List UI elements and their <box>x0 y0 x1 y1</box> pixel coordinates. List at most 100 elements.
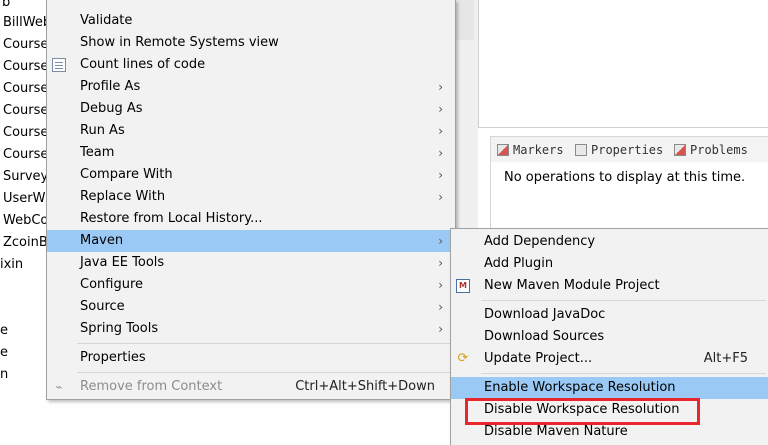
chevron-right-icon: › <box>438 168 443 182</box>
menu-item-disable-maven-nature[interactable]: Disable Maven Nature <box>451 421 768 443</box>
menu-item-label: Configure <box>80 277 144 292</box>
document-icon <box>52 58 66 72</box>
chevron-right-icon: › <box>438 256 443 270</box>
menu-item-label: Debug As <box>80 101 143 116</box>
menu-item-spring-tools[interactable]: Spring Tools › <box>47 318 455 340</box>
project-explorer-tree: b BillWeb Course Course Course Course Co… <box>0 0 46 445</box>
menu-item-shortcut: Ctrl+Alt+Shift+Down <box>295 379 435 394</box>
menu-item-label: Replace With <box>80 189 166 204</box>
tree-item[interactable]: e <box>0 320 8 342</box>
menu-item-disable-workspace-resolution[interactable]: Disable Workspace Resolution <box>451 399 768 421</box>
tree-item[interactable]: Course <box>3 100 46 122</box>
menu-item-maven[interactable]: Maven › <box>47 230 455 252</box>
menu-item-label: Download Sources <box>484 329 605 344</box>
menu-item-label: Run As <box>80 123 125 138</box>
menu-item-restore-local-history[interactable]: Restore from Local History... <box>47 208 455 230</box>
maven-submenu: Add Dependency Add Plugin M New Maven Mo… <box>450 228 768 445</box>
menu-item-enable-workspace-resolution[interactable]: Enable Workspace Resolution <box>451 377 768 399</box>
menu-item-label: Disable Workspace Resolution <box>484 402 680 417</box>
views-tabbar: Markers Properties Problems <box>490 136 768 162</box>
chevron-right-icon: › <box>438 322 443 336</box>
menu-item-label: Java EE Tools <box>80 255 165 270</box>
tree-item[interactable]: UserW <box>3 188 46 210</box>
menu-item-java-ee-tools[interactable]: Java EE Tools › <box>47 252 455 274</box>
tab-problems[interactable]: Problems <box>674 141 748 159</box>
menu-item-label: Enable Workspace Resolution <box>484 380 676 395</box>
maven-module-icon: M <box>456 279 470 293</box>
menu-separator <box>77 343 453 344</box>
menu-item-replace-with[interactable]: Replace With › <box>47 186 455 208</box>
tab-properties[interactable]: Properties <box>575 141 663 159</box>
tab-markers[interactable]: Markers <box>497 141 564 159</box>
menu-item-label: Validate <box>80 13 133 28</box>
chevron-right-icon: › <box>438 146 443 160</box>
menu-item-shortcut: Alt+F5 <box>703 351 748 366</box>
scrollbar[interactable] <box>456 0 474 40</box>
tree-item[interactable]: e <box>0 342 8 364</box>
tree-item[interactable]: Survey <box>3 166 46 188</box>
menu-item-label: Show in Remote Systems view <box>80 35 279 50</box>
markers-icon <box>497 144 509 156</box>
menu-item-label: Restore from Local History... <box>80 211 263 226</box>
tree-item[interactable]: BillWeb <box>3 12 46 34</box>
menu-item-profile-as[interactable]: Profile As › <box>47 76 455 98</box>
menu-item-label: Disable Maven Nature <box>484 424 628 439</box>
context-menu: Validate Show in Remote Systems view Cou… <box>46 0 456 400</box>
menu-item-label: New Maven Module Project <box>484 278 660 293</box>
menu-item-label: Update Project... <box>484 351 593 366</box>
chevron-right-icon: › <box>438 278 443 292</box>
menu-item-label: Team <box>80 145 115 160</box>
menu-separator <box>77 372 453 373</box>
menu-item-download-sources[interactable]: Download Sources <box>451 326 768 348</box>
menu-item-count-lines[interactable]: Count lines of code <box>47 54 455 76</box>
menu-item-label: Source <box>80 299 125 314</box>
menu-item-label: Remove from Context <box>80 379 223 394</box>
tree-item[interactable]: Course <box>3 56 46 78</box>
menu-item-team[interactable]: Team › <box>47 142 455 164</box>
editor-area <box>478 0 768 128</box>
menu-item-validate[interactable]: Validate <box>47 10 455 32</box>
tree-item[interactable]: ZcoinB <box>3 232 46 254</box>
chevron-right-icon: › <box>438 102 443 116</box>
menu-item-configure[interactable]: Configure › <box>47 274 455 296</box>
properties-icon <box>575 144 587 156</box>
menu-item-label: Maven <box>80 233 124 248</box>
tree-item[interactable]: Course <box>3 78 46 100</box>
menu-item-download-javadoc[interactable]: Download JavaDoc <box>451 304 768 326</box>
menu-item-label: Add Dependency <box>484 234 596 249</box>
tree-item[interactable]: n <box>0 364 8 386</box>
menu-item-label: Properties <box>80 350 146 365</box>
chevron-right-icon: › <box>438 124 443 138</box>
chevron-right-icon: › <box>438 80 443 94</box>
menu-item-new-maven-module[interactable]: M New Maven Module Project <box>451 275 768 297</box>
tree-item[interactable]: WebCo <box>3 210 46 232</box>
problems-icon <box>674 144 686 156</box>
menu-item-label: Count lines of code <box>80 57 206 72</box>
menu-item-add-plugin[interactable]: Add Plugin <box>451 253 768 275</box>
menu-separator <box>481 373 766 374</box>
menu-item-run-as[interactable]: Run As › <box>47 120 455 142</box>
tab-properties-label: Properties <box>591 143 664 157</box>
tab-markers-label: Markers <box>513 143 564 157</box>
menu-item-source[interactable]: Source › <box>47 296 455 318</box>
menu-item-add-dependency[interactable]: Add Dependency <box>451 231 768 253</box>
menu-item-properties[interactable]: Properties <box>47 347 455 369</box>
tree-item[interactable]: Course <box>3 34 46 56</box>
menu-item-remove-from-context: ⌁ Remove from Context Ctrl+Alt+Shift+Dow… <box>47 376 455 398</box>
menu-item-compare-with[interactable]: Compare With › <box>47 164 455 186</box>
empty-message: No operations to display at this time. <box>504 170 746 185</box>
chevron-right-icon: › <box>438 300 443 314</box>
menu-item-label: Profile As <box>80 79 141 94</box>
progress-view: No operations to display at this time. <box>490 162 768 232</box>
tree-item[interactable]: ixin <box>0 254 23 276</box>
menu-item-debug-as[interactable]: Debug As › <box>47 98 455 120</box>
menu-item-label: Download JavaDoc <box>484 307 606 322</box>
menu-item-show-in-remote-systems[interactable]: Show in Remote Systems view <box>47 32 455 54</box>
menu-item-label: Spring Tools <box>80 321 159 336</box>
tree-item[interactable]: Course <box>3 122 46 144</box>
tree-item[interactable]: Course <box>3 144 46 166</box>
update-project-icon: ⟳ <box>457 351 469 366</box>
remove-context-icon: ⌁ <box>55 380 63 394</box>
menu-item-update-project[interactable]: ⟳ Update Project... Alt+F5 <box>451 348 768 370</box>
menu-separator <box>481 300 766 301</box>
